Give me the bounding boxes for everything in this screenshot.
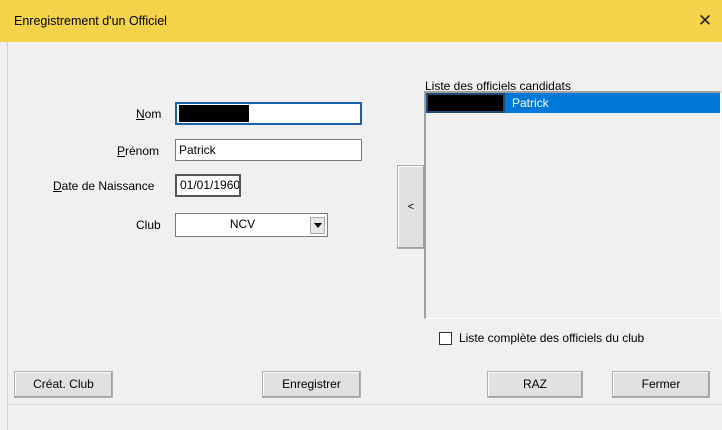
creat-club-button[interactable]: Créat. Club xyxy=(14,371,113,398)
raz-button[interactable]: RAZ xyxy=(487,371,583,398)
window-titlebar: Enregistrement d'un Officiel ✕ xyxy=(0,0,722,42)
save-button[interactable]: Enregistrer xyxy=(262,371,361,398)
window-bottom-edge xyxy=(8,404,722,430)
candidates-listbox[interactable]: Patrick xyxy=(424,91,721,319)
chevron-down-icon[interactable] xyxy=(310,217,325,234)
redacted-block xyxy=(426,93,505,113)
list-item[interactable]: Patrick xyxy=(426,93,720,113)
naissance-value: 01/01/1960 xyxy=(180,178,241,192)
prenom-label-mnemonic: P xyxy=(117,144,126,158)
chevron-down-glyph xyxy=(313,223,322,228)
window-left-edge xyxy=(0,42,8,430)
club-label: Club xyxy=(136,218,161,232)
prenom-value: Patrick xyxy=(179,143,216,157)
naissance-label-mnemonic: D xyxy=(53,179,62,193)
naissance-label: Date de Naissance xyxy=(53,179,155,193)
list-item-name: Patrick xyxy=(512,96,549,110)
full-list-checkbox[interactable] xyxy=(439,332,452,345)
window-title: Enregistrement d'un Officiel xyxy=(14,14,167,28)
club-value: NCV xyxy=(229,217,256,231)
nom-field[interactable] xyxy=(175,102,362,125)
full-list-label: Liste complète des officiels du club xyxy=(459,331,645,345)
close-icon[interactable]: ✕ xyxy=(692,8,718,34)
prenom-field[interactable]: Patrick xyxy=(175,139,362,161)
prenom-label: Prénom xyxy=(117,144,160,158)
redacted-block xyxy=(179,105,249,123)
naissance-field[interactable]: 01/01/1960 xyxy=(175,174,241,197)
nom-label: Nom xyxy=(136,107,162,121)
transfer-button[interactable]: < xyxy=(397,165,425,249)
nom-label-mnemonic: N xyxy=(136,107,145,121)
club-select[interactable]: NCV xyxy=(175,213,328,237)
fermer-button[interactable]: Fermer xyxy=(612,371,710,398)
